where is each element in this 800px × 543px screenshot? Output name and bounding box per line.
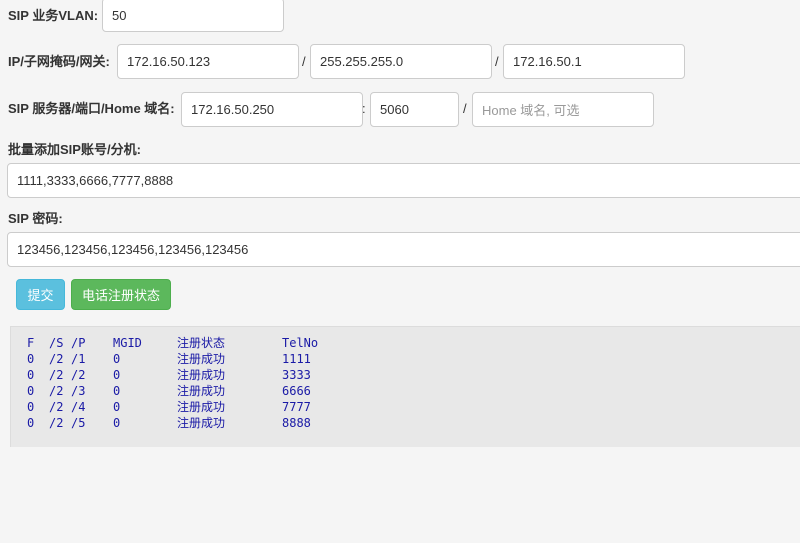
cell-p: /1 bbox=[71, 352, 86, 366]
subnet-mask-input[interactable]: 255.255.255.0 bbox=[310, 44, 492, 79]
cell-s: /2 bbox=[49, 352, 64, 366]
header-s: /S bbox=[49, 336, 64, 350]
ip-label: IP/子网掩码/网关: bbox=[8, 54, 110, 69]
cell-f: 0 bbox=[27, 400, 35, 414]
cell-s: /2 bbox=[49, 384, 64, 398]
password-label: SIP 密码: bbox=[8, 211, 63, 226]
accounts-input[interactable]: 1111,3333,6666,7777,8888 bbox=[7, 163, 800, 198]
domain-separator: / bbox=[463, 101, 467, 116]
vlan-label: SIP 业务VLAN: bbox=[8, 8, 99, 23]
cell-s: /2 bbox=[49, 368, 64, 382]
cell-state: 注册成功 bbox=[177, 352, 226, 366]
sip-server-label: SIP 服务器/端口/Home 域名: bbox=[8, 101, 175, 116]
sip-server-input[interactable]: 172.16.50.250 bbox=[181, 92, 363, 127]
table-row: 0 /2 /2 0 注册成功 3333 bbox=[11, 367, 311, 383]
cell-f: 0 bbox=[27, 368, 35, 382]
port-colon: : bbox=[362, 101, 366, 116]
ip-separator: / bbox=[302, 54, 306, 69]
cell-telno: 1111 bbox=[282, 352, 311, 366]
header-telno: TelNo bbox=[282, 336, 319, 350]
registration-status-output: F /S /P MGID 注册状态 TelNo 0 /2 /1 0 注册成功 1… bbox=[10, 326, 800, 447]
cell-telno: 6666 bbox=[282, 384, 311, 398]
cell-f: 0 bbox=[27, 384, 35, 398]
cell-state: 注册成功 bbox=[177, 384, 226, 398]
cell-p: /2 bbox=[71, 368, 86, 382]
cell-f: 0 bbox=[27, 416, 35, 430]
cell-mgid: 0 bbox=[113, 368, 121, 382]
ip-address-input[interactable]: 172.16.50.123 bbox=[117, 44, 299, 79]
mask-separator: / bbox=[495, 54, 499, 69]
submit-button[interactable]: 提交 bbox=[16, 279, 65, 310]
cell-p: /4 bbox=[71, 400, 86, 414]
gateway-input[interactable]: 172.16.50.1 bbox=[503, 44, 685, 79]
cell-state: 注册成功 bbox=[177, 368, 226, 382]
cell-telno: 3333 bbox=[282, 368, 311, 382]
table-row: 0 /2 /4 0 注册成功 7777 bbox=[11, 399, 311, 415]
registration-status-button[interactable]: 电话注册状态 bbox=[71, 279, 171, 310]
accounts-label: 批量添加SIP账号/分机: bbox=[8, 142, 141, 157]
cell-p: /5 bbox=[71, 416, 86, 430]
cell-p: /3 bbox=[71, 384, 86, 398]
cell-mgid: 0 bbox=[113, 400, 121, 414]
cell-s: /2 bbox=[49, 400, 64, 414]
status-table-header: F /S /P MGID 注册状态 TelNo bbox=[11, 335, 318, 351]
cell-state: 注册成功 bbox=[177, 416, 226, 430]
home-domain-input[interactable]: Home 域名, 可选 bbox=[472, 92, 654, 127]
header-mgid: MGID bbox=[113, 336, 142, 350]
cell-telno: 8888 bbox=[282, 416, 311, 430]
cell-state: 注册成功 bbox=[177, 400, 226, 414]
cell-telno: 7777 bbox=[282, 400, 311, 414]
cell-mgid: 0 bbox=[113, 384, 121, 398]
header-state: 注册状态 bbox=[177, 336, 226, 350]
table-row: 0 /2 /3 0 注册成功 6666 bbox=[11, 383, 311, 399]
sip-port-input[interactable]: 5060 bbox=[370, 92, 459, 127]
vlan-input[interactable]: 50 bbox=[102, 0, 284, 32]
table-row: 0 /2 /1 0 注册成功 1111 bbox=[11, 351, 311, 367]
cell-mgid: 0 bbox=[113, 416, 121, 430]
header-f: F bbox=[27, 336, 35, 350]
cell-mgid: 0 bbox=[113, 352, 121, 366]
password-input[interactable]: 123456,123456,123456,123456,123456 bbox=[7, 232, 800, 267]
cell-f: 0 bbox=[27, 352, 35, 366]
cell-s: /2 bbox=[49, 416, 64, 430]
header-p: /P bbox=[71, 336, 86, 350]
table-row: 0 /2 /5 0 注册成功 8888 bbox=[11, 415, 311, 431]
